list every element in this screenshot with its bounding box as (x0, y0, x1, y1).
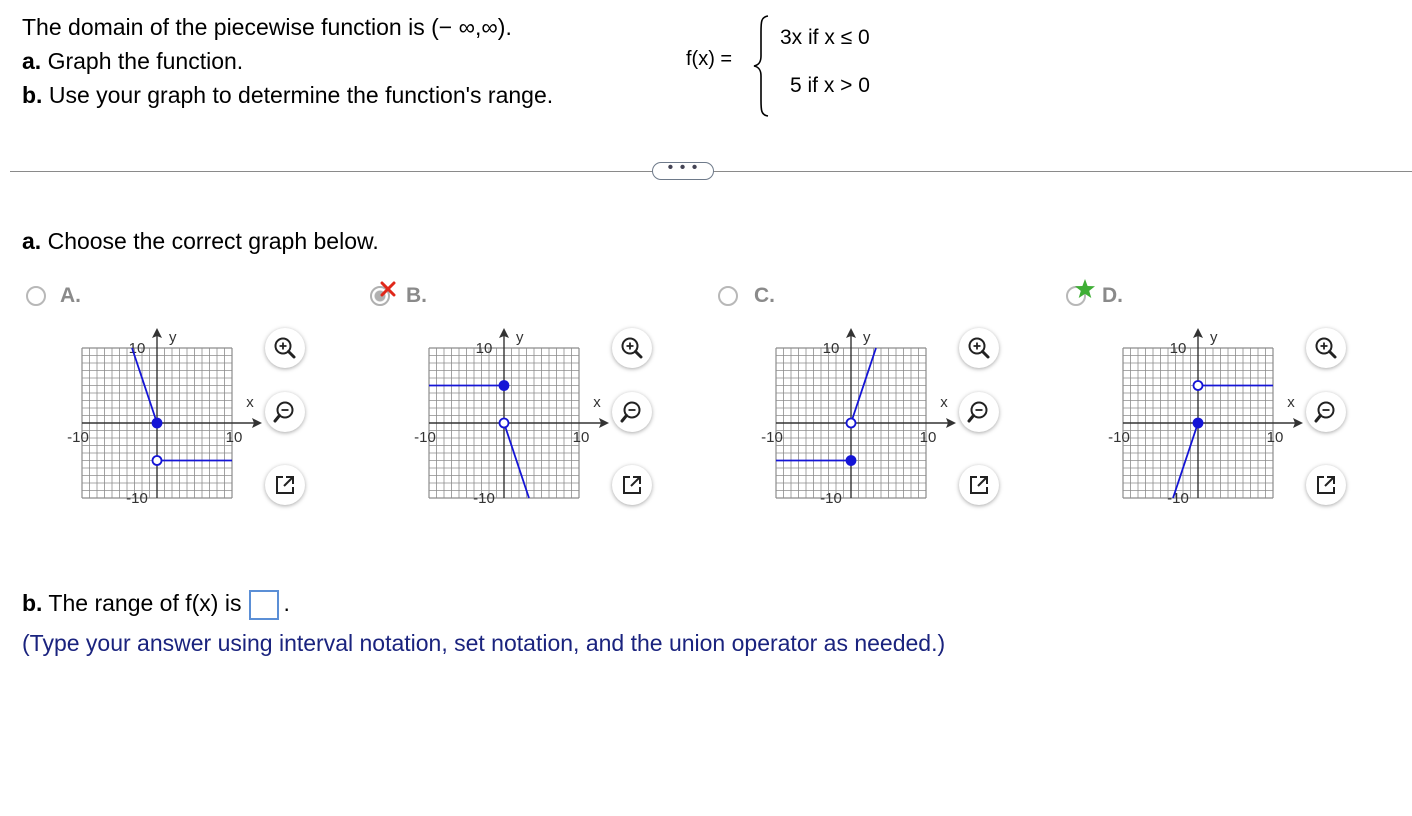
incorrect-x-icon (380, 281, 396, 297)
y-tick-label-pos: 10 (129, 340, 146, 357)
y-tick-label-neg: -10 (820, 490, 842, 507)
y-axis-label: y (169, 329, 177, 346)
zoom-out-icon (620, 401, 641, 423)
graph-option-d[interactable]: -10 10 10 -10 x y (1108, 326, 1313, 516)
x-axis-label: x (246, 394, 254, 411)
option-c-radio[interactable] (718, 286, 738, 306)
option-c-label: C. (754, 284, 775, 307)
y-axis-label: y (1210, 329, 1218, 346)
open-dot (1192, 380, 1204, 391)
zoom-in-icon (621, 337, 643, 359)
zoom-out-icon (967, 401, 988, 423)
option-d-expand-button[interactable] (1306, 465, 1346, 505)
option-c-choice[interactable]: C. (718, 284, 798, 310)
x-tick-label-pos: 10 (573, 429, 590, 446)
option-a-zoom-in-button[interactable] (265, 328, 305, 368)
x-tick-label-pos: 10 (226, 429, 243, 446)
zoom-out-icon (1314, 401, 1335, 423)
zoom-out-icon (273, 401, 294, 423)
closed-dot (1192, 417, 1204, 429)
option-d-choice[interactable]: D. (1066, 278, 1146, 310)
function-case-1: 3x if x ≤ 0 (780, 26, 870, 49)
option-c-expand-button[interactable] (959, 465, 999, 505)
open-dot (151, 455, 163, 466)
brace-icon (753, 15, 769, 117)
option-a-expand-button[interactable] (265, 465, 305, 505)
question-part-a-line: a. Graph the function. (22, 48, 244, 74)
x-axis-label: x (1287, 394, 1295, 411)
option-d-zoom-out-button[interactable] (1306, 392, 1346, 432)
graph-option-c[interactable]: -10 10 10 -10 x y (761, 326, 966, 516)
option-b-choice[interactable]: B. (370, 280, 450, 310)
option-d-label: D. (1102, 284, 1123, 307)
closed-dot (845, 455, 857, 466)
x-tick-label-neg: -10 (1108, 429, 1130, 446)
option-b-expand-button[interactable] (612, 465, 652, 505)
y-axis-label: y (516, 329, 524, 346)
option-a-choice[interactable]: A. (26, 284, 106, 310)
option-b-zoom-out-button[interactable] (612, 392, 652, 432)
zoom-in-icon (968, 337, 990, 359)
function-case-2: 5 if x > 0 (790, 74, 870, 97)
graph-option-b[interactable]: -10 10 10 -10 x y (414, 326, 619, 516)
closed-dot (151, 417, 163, 429)
option-b-label: B. (406, 284, 427, 307)
question-domain-line: The domain of the piecewise function is … (22, 14, 512, 40)
range-answer-input[interactable] (249, 590, 280, 620)
expand-icon (970, 476, 988, 494)
x-axis-label: x (940, 394, 948, 411)
correct-star-icon (1075, 279, 1095, 298)
expand-icon (623, 476, 641, 494)
y-tick-label-pos: 10 (1170, 340, 1187, 357)
option-b-zoom-in-button[interactable] (612, 328, 652, 368)
part-a-prompt: a. Choose the correct graph below. (22, 228, 379, 254)
option-a-radio[interactable] (26, 286, 46, 306)
y-tick-label-pos: 10 (476, 340, 493, 357)
function-label: f(x) = (686, 48, 733, 70)
open-dot (845, 417, 857, 429)
closed-dot (498, 380, 510, 391)
x-tick-label-neg: -10 (67, 429, 89, 446)
option-a-label: A. (60, 284, 81, 307)
x-tick-label-pos: 10 (920, 429, 937, 446)
expand-icon (276, 476, 294, 494)
option-d-zoom-in-button[interactable] (1306, 328, 1346, 368)
answer-format-hint: (Type your answer using interval notatio… (22, 630, 946, 656)
y-tick-label-neg: -10 (1167, 490, 1189, 507)
option-c-zoom-out-button[interactable] (959, 392, 999, 432)
x-axis-label: x (593, 394, 601, 411)
zoom-in-icon (1315, 337, 1337, 359)
option-c-zoom-in-button[interactable] (959, 328, 999, 368)
x-tick-label-neg: -10 (414, 429, 436, 446)
zoom-in-icon (274, 337, 296, 359)
y-tick-label-neg: -10 (473, 490, 495, 507)
open-dot (498, 417, 510, 429)
x-tick-label-pos: 10 (1267, 429, 1284, 446)
expand-icon (1317, 476, 1335, 494)
y-axis-label: y (863, 329, 871, 346)
option-a-zoom-out-button[interactable] (265, 392, 305, 432)
more-button[interactable]: • • • (652, 160, 714, 180)
question-part-b-line: b. Use your graph to determine the funct… (22, 82, 554, 108)
graph-option-a[interactable]: -10 10 10 -10 x y (67, 326, 272, 516)
part-b-prompt: b. The range of f(x) is. (22, 590, 290, 620)
x-tick-label-neg: -10 (761, 429, 783, 446)
y-tick-label-pos: 10 (823, 340, 840, 357)
y-tick-label-neg: -10 (126, 490, 148, 507)
